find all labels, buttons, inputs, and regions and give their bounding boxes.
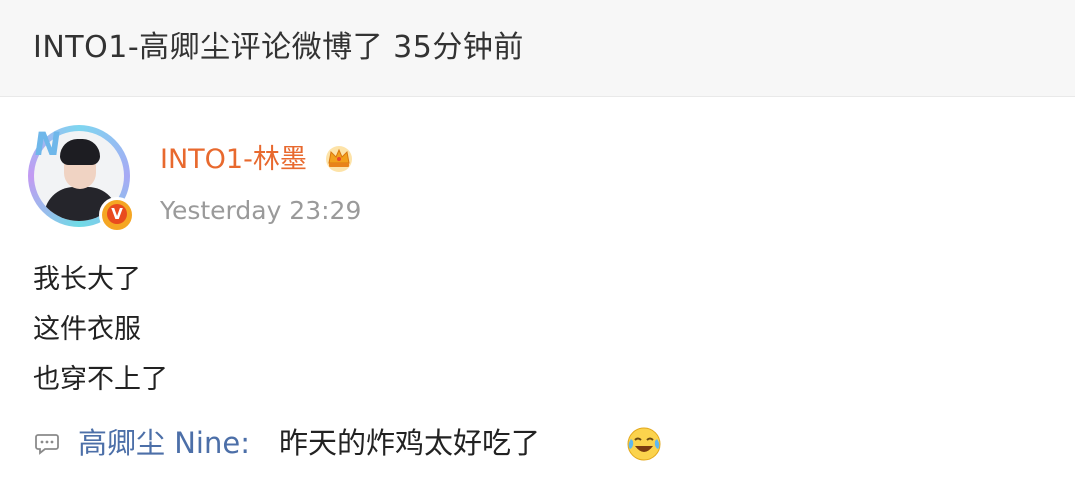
post-line: 我长大了 (33, 264, 141, 295)
verified-badge: V (99, 197, 135, 233)
post-time: Yesterday 23:29 (160, 196, 362, 225)
comment-author[interactable]: 高卿尘 Nine: (78, 421, 250, 465)
comment-text: 昨天的炸鸡太好吃了 (279, 426, 541, 460)
avatar-hair (60, 139, 100, 165)
crown-icon[interactable] (323, 143, 355, 173)
notification-header[interactable]: INTO1-高卿尘评论微博了 35分钟前 (0, 0, 1075, 97)
post-line: 也穿不上了 (33, 364, 168, 395)
verified-icon: V (107, 204, 127, 224)
user-name[interactable]: INTO1-林墨 (160, 141, 307, 179)
avatar[interactable]: N V (28, 125, 135, 233)
laugh-cry-emoji-icon (627, 427, 661, 461)
post-content: 我长大了 这件衣服 也穿不上了 (33, 255, 168, 405)
post-line: 这件衣服 (33, 314, 141, 345)
notification-title: INTO1-高卿尘评论微博了 35分钟前 (33, 30, 524, 65)
brand-logo-icon: N (31, 125, 64, 163)
post-card: N V INTO1-林墨 Yesterday 23:29 我长大了 这件衣服 也… (0, 97, 1075, 485)
comment-bubble-icon (35, 434, 59, 455)
